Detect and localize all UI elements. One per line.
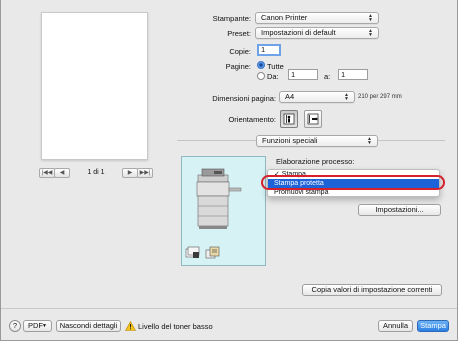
orientation-label: Orientamento: [228, 115, 276, 124]
pages-label: Pagine: [225, 62, 251, 71]
pages-all-radio[interactable] [257, 61, 265, 69]
previous-page-icon: ◀ [59, 170, 65, 176]
printer-label: Stampante: [212, 14, 251, 23]
last-page-button[interactable]: ▶▶| [137, 167, 153, 178]
cancel-button[interactable]: Annulla [378, 320, 413, 332]
previous-page-button[interactable]: ◀ [54, 167, 70, 178]
popup-arrows-icon: ▲ ▼ [344, 92, 349, 102]
paper-stack-icon [185, 246, 200, 258]
document-output-icon [205, 246, 220, 259]
print-dialog: |◀◀ ◀ 1 di 1 ▶ ▶▶| Stampante: Canon Prin… [0, 0, 458, 341]
printer-value: Canon Printer [261, 13, 308, 22]
preview-pager: |◀◀ ◀ 1 di 1 ▶ ▶▶| [39, 167, 153, 178]
popup-arrows-icon: ▲ ▼ [367, 136, 372, 146]
paper-size-value: A4 [285, 92, 295, 101]
next-page-button[interactable]: ▶ [122, 167, 138, 178]
print-button[interactable]: Stampa [417, 320, 449, 332]
landscape-orientation-icon [307, 113, 319, 125]
pages-to-label: a: [324, 72, 331, 81]
copies-field[interactable]: 1 [257, 44, 281, 56]
printer-device-preview [181, 156, 266, 266]
warning-triangle-icon [125, 321, 136, 331]
help-icon: ? [12, 321, 18, 330]
landscape-button[interactable] [304, 110, 322, 128]
last-page-icon: ▶▶| [139, 170, 151, 176]
pages-from-label: Da: [267, 72, 279, 81]
pages-range-radio[interactable] [257, 72, 265, 80]
popup-arrows-icon: ▲ ▼ [368, 28, 373, 38]
pages-to-field[interactable]: 1 [338, 69, 368, 80]
settings-button[interactable]: Impostazioni... [358, 204, 441, 216]
first-page-button[interactable]: |◀◀ [39, 167, 55, 178]
first-page-icon: |◀◀ [41, 170, 53, 176]
paper-size-label: Dimensioni pagina: [212, 94, 276, 103]
printer-popup[interactable]: Canon Printer ▲ ▼ [255, 12, 379, 24]
chevron-down-icon: ▼ [42, 323, 47, 329]
portrait-button[interactable] [280, 110, 298, 128]
hide-details-button[interactable]: Nascondi dettagli [56, 320, 121, 332]
highlight-annotation [261, 175, 445, 190]
copies-label: Copie: [229, 47, 251, 56]
section-popup-value: Funzioni speciali [262, 136, 318, 145]
preset-popup[interactable]: Impostazioni di default ▲ ▼ [255, 27, 379, 39]
processing-label: Elaborazione processo: [276, 157, 355, 166]
next-page-icon: ▶ [127, 170, 133, 176]
page-counter: 1 di 1 [87, 169, 105, 176]
pdf-menu-button[interactable]: PDF ▼ [23, 320, 52, 332]
copy-current-settings-button[interactable]: Copia valori di impostazione correnti [302, 284, 442, 296]
portrait-orientation-icon [283, 113, 295, 125]
pdf-label: PDF [28, 321, 43, 330]
section-popup[interactable]: Funzioni speciali ▲ ▼ [256, 135, 378, 147]
paper-size-popup[interactable]: A4 ▲ ▼ [279, 91, 355, 103]
footer-divider [1, 308, 457, 309]
page-preview [41, 12, 148, 160]
paper-size-dimensions: 210 per 297 mm [358, 94, 402, 100]
preset-value: Impostazioni di default [261, 28, 336, 37]
toner-warning-text: Livello del toner basso [138, 322, 213, 331]
popup-arrows-icon: ▲ ▼ [368, 13, 373, 23]
help-button[interactable]: ? [9, 320, 21, 332]
preset-label: Preset: [227, 29, 251, 38]
pages-from-field[interactable]: 1 [288, 69, 318, 80]
pages-all-label: Tutte [267, 62, 284, 71]
